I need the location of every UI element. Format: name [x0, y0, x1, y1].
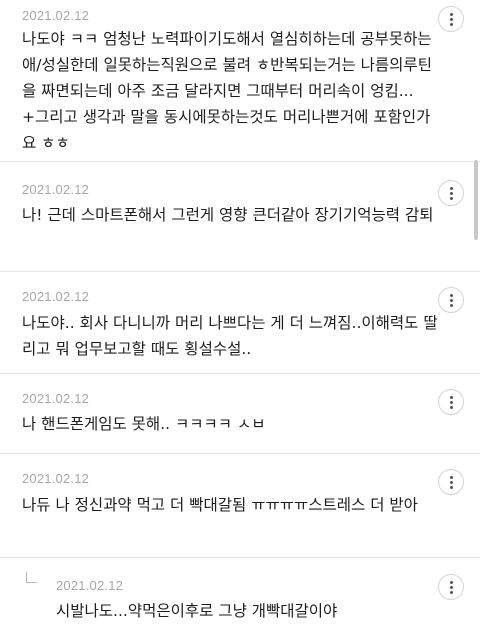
- comment-text: 나도야 ㅋㅋ 엄청난 노력파이기도해서 열심히하는데 공부못하는애/성실한데 일…: [22, 30, 432, 152]
- comment-item: 2021.02.12 나! 근데 스마트폰해서 그런게 영향 큰더같아 장기기억…: [0, 162, 480, 272]
- comment-text: 나도야.. 회사 다니니까 머리 나쁘다는 게 더 느껴짐..이해력도 딸리고 …: [22, 314, 438, 358]
- comment-text: 나! 근데 스마트폰해서 그런게 영향 큰더같아 장기기억능력 감퇴: [22, 206, 434, 224]
- comment-menu-button[interactable]: [438, 469, 464, 495]
- reply-date: 2021.02.12: [56, 578, 124, 593]
- vertical-ellipsis-icon: [449, 580, 453, 584]
- comment-date: 2021.02.12: [22, 471, 90, 486]
- reply-arrow-icon: [26, 572, 37, 583]
- comment-date: 2021.02.12: [22, 182, 90, 197]
- comment-item: 2021.02.12 나듀 나 정신과약 먹고 더 빡대갈됨 ㅠㅠㅠㅠ스트레스 …: [0, 454, 480, 558]
- vertical-ellipsis-icon: [449, 12, 453, 16]
- comment-date: 2021.02.12: [22, 391, 90, 406]
- comment-menu-button[interactable]: [438, 6, 464, 32]
- comment-date: 2021.02.12: [22, 8, 90, 23]
- vertical-ellipsis-icon: [449, 475, 453, 479]
- comment-menu-button[interactable]: [438, 389, 464, 415]
- vertical-ellipsis-icon: [449, 395, 453, 399]
- comment-item: 2021.02.12 나도야.. 회사 다니니까 머리 나쁘다는 게 더 느껴짐…: [0, 272, 480, 374]
- comment-menu-button[interactable]: [438, 287, 464, 313]
- vertical-ellipsis-icon: [449, 293, 453, 297]
- comment-text: 나듀 나 정신과약 먹고 더 빡대갈됨 ㅠㅠㅠㅠ스트레스 더 받아: [22, 496, 418, 514]
- vertical-ellipsis-icon: [449, 186, 453, 190]
- reply-item: 2021.02.12 시발나도...약먹은이후로 그냥 개빡대갈이야: [0, 558, 480, 640]
- scrollbar[interactable]: [474, 160, 478, 240]
- comment-date: 2021.02.12: [22, 289, 90, 304]
- comment-text: 나 핸드폰게임도 못해.. ㅋㅋㅋㅋ ㅅㅂ: [22, 415, 266, 433]
- comment-item: 2021.02.12 나도야 ㅋㅋ 엄청난 노력파이기도해서 열심히하는데 공부…: [0, 0, 480, 162]
- reply-text: 시발나도...약먹은이후로 그냥 개빡대갈이야: [56, 602, 338, 620]
- comment-item: 2021.02.12 나 핸드폰게임도 못해.. ㅋㅋㅋㅋ ㅅㅂ: [0, 374, 480, 454]
- reply-menu-button[interactable]: [438, 574, 464, 600]
- comment-menu-button[interactable]: [438, 180, 464, 206]
